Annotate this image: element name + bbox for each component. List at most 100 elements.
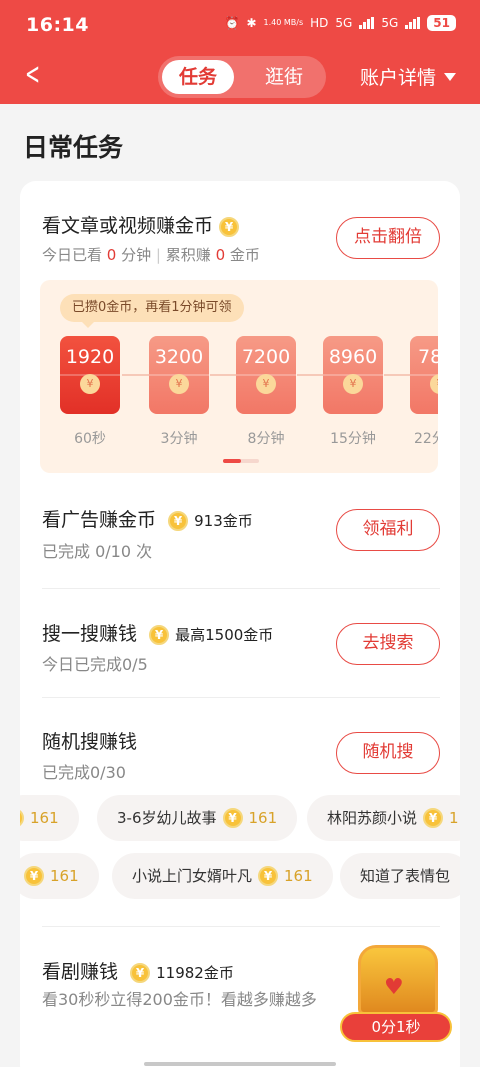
network-speed: 1.40 MB/s (263, 18, 304, 27)
coin-icon: ¥ (222, 808, 243, 828)
alarm-icon: ⏰ (224, 16, 240, 30)
coin-icon: ¥ (423, 808, 444, 828)
coin-icon: ¥ (149, 624, 170, 645)
back-arrow-icon[interactable]: < (25, 60, 40, 90)
tab-tasks[interactable]: 任务 (162, 60, 234, 94)
task-search: 搜一搜赚钱 ¥ 最高1500金币 今日已完成0/5 去搜索 (20, 589, 460, 699)
status-time: 16:14 (26, 14, 89, 36)
task-title-text: 看剧赚钱 (42, 961, 119, 983)
earned-coins: 0 (215, 246, 226, 264)
search-keyword-pill[interactable]: 3-6岁幼儿故事 ¥ 161 (97, 795, 298, 841)
task-card: 看文章或视频赚金币 ¥ 今日已看 0 分钟 | 累积赚 0 金币 点击翻倍 已攒… (20, 181, 460, 1067)
coin-seal-icon: ¥ (169, 374, 189, 394)
task-title: 看广告赚金币 ¥ 913金币 (42, 505, 253, 532)
watched-label: 今日已看 (42, 246, 103, 264)
search-keyword-pill[interactable]: ¥ 161 (20, 795, 79, 841)
search-keyword-pill[interactable]: ¥ 161 (20, 853, 99, 899)
reward-envelope[interactable]: 8960 ¥ (323, 336, 383, 414)
coin-seal-icon: ¥ (343, 374, 363, 394)
search-keyword-pill[interactable]: 小说上门女婿叶凡 ¥ 161 (112, 853, 333, 899)
separator: | (155, 246, 161, 264)
search-keyword-pill[interactable]: 林阳苏颜小说 ¥ 1 (307, 795, 460, 841)
task-coins: 913金币 (194, 512, 253, 530)
watched-minutes: 0 (106, 246, 117, 264)
tab-switcher: 任务 逛街 (158, 56, 326, 98)
divider (42, 697, 440, 698)
sim1-label: 5G (335, 16, 353, 30)
coin-icon: ¥ (20, 808, 24, 828)
coin-icon: ¥ (168, 510, 189, 531)
reward-amount: 7200 (241, 346, 291, 368)
pill-coins: 161 (50, 867, 79, 885)
double-button[interactable]: 点击翻倍 (336, 217, 440, 259)
task-random-search: 随机搜赚钱 已完成0/30 随机搜 ¥ 161 3-6岁幼儿故事 ¥ 161 林… (20, 699, 460, 927)
signal-icon (359, 17, 375, 29)
hd-badge: HD (310, 16, 329, 30)
status-bar: 16:14 ⏰ ✱ 1.40 MB/s HD 5G 5G 51 (0, 0, 480, 50)
account-details-label: 账户详情 (359, 67, 436, 89)
coin-seal-icon: ¥ (256, 374, 276, 394)
coin-icon: ¥ (258, 866, 279, 886)
reward-envelope[interactable]: 7200 ¥ (236, 336, 296, 414)
coins-unit: 金币 (229, 246, 260, 264)
claim-welfare-button[interactable]: 领福利 (336, 509, 440, 551)
pill-coins: 161 (248, 809, 278, 827)
pill-coins: 1 (449, 809, 459, 827)
reward-amount: 8960 (328, 346, 378, 368)
pill-keyword: 知道了表情包 (360, 867, 451, 885)
page-indicator (223, 459, 259, 463)
coin-icon: ¥ (130, 962, 151, 983)
dropdown-triangle-icon (444, 72, 456, 81)
task-title-text: 看文章或视频赚金币 (42, 215, 214, 237)
task-description: 看30秒秒立得200金币！看越多赚越多 (42, 990, 317, 1009)
reward-time-label: 22分 (414, 431, 438, 447)
reward-envelope[interactable]: 3200 ¥ (149, 336, 209, 414)
reward-envelope[interactable]: 1920 ¥ (60, 336, 120, 414)
task-title-text: 搜一搜赚钱 (42, 623, 138, 645)
task-coins: 11982金币 (156, 964, 234, 982)
bluetooth-icon: ✱ (246, 16, 257, 30)
reward-time-label: 15分钟 (330, 431, 376, 447)
sim2-label: 5G (381, 16, 399, 30)
task-progress: 已完成 0/10 次 (42, 542, 153, 561)
pill-coins: 161 (284, 867, 313, 885)
reward-amount: 1920 (65, 346, 115, 368)
task-title: 看剧赚钱 ¥ 11982金币 (42, 957, 234, 984)
reward-amount: 3200 (154, 346, 204, 368)
task-title: 搜一搜赚钱 ¥ 最高1500金币 (42, 619, 273, 646)
coin-icon: ¥ (219, 216, 240, 237)
task-watch-ads: 看广告赚金币 ¥ 913金币 已完成 0/10 次 领福利 (20, 481, 460, 589)
reward-timeline[interactable]: 已攒0金币，再看1分钟可领 1920 ¥ 60秒 3200 ¥ 3分钟 7200… (40, 280, 438, 473)
reward-time-label: 8分钟 (247, 431, 285, 447)
go-search-button[interactable]: 去搜索 (336, 623, 440, 665)
reward-time-label: 3分钟 (160, 431, 198, 447)
reward-amount: 78 (418, 346, 438, 368)
account-details-button[interactable]: 账户详情 (360, 63, 456, 90)
earned-label: 累积赚 (165, 246, 211, 264)
tab-shopping[interactable]: 逛街 (254, 60, 314, 94)
minutes-unit: 分钟 (121, 246, 152, 264)
task-progress: 今日已完成0/5 (42, 655, 148, 674)
pill-keyword: 林阳苏颜小说 (327, 809, 418, 827)
coin-icon: ¥ (24, 866, 44, 886)
top-header: 16:14 ⏰ ✱ 1.40 MB/s HD 5G 5G 51 < 任务 逛街 … (0, 0, 480, 104)
random-search-button[interactable]: 随机搜 (336, 732, 440, 774)
heart-icon: ♥ (384, 975, 404, 1000)
pill-keyword: 3-6岁幼儿故事 (117, 809, 217, 827)
coin-seal-icon: ¥ (430, 374, 438, 394)
task-progress: 今日已看 0 分钟 | 累积赚 0 金币 (42, 244, 260, 265)
reward-time-label: 60秒 (74, 431, 106, 447)
reward-tip: 已攒0金币，再看1分钟可领 (60, 294, 244, 328)
search-keyword-pill[interactable]: 知道了表情包 (340, 853, 460, 899)
home-indicator (144, 1062, 336, 1066)
coin-seal-icon: ¥ (80, 374, 100, 394)
task-title: 随机搜赚钱 (42, 731, 138, 753)
page-title: 日常任务 (23, 133, 124, 162)
task-title-text: 看广告赚金币 (42, 509, 157, 531)
chest-timer: 0分1秒 (340, 1012, 452, 1042)
task-coins: 最高1500金币 (175, 626, 274, 644)
pill-coins: 161 (30, 809, 59, 827)
reward-envelope[interactable]: 78 ¥ (410, 336, 438, 414)
pill-keyword: 小说上门女婿叶凡 (132, 867, 253, 885)
treasure-chest-widget[interactable]: ♥ 0分1秒 (340, 945, 452, 1043)
